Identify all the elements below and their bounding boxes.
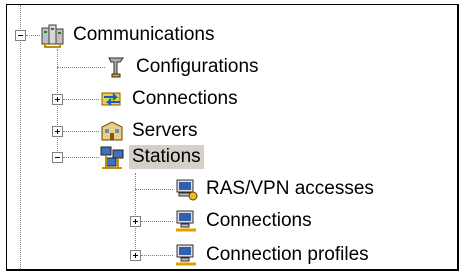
network-servers-icon <box>40 22 66 48</box>
tree-node-connection-profiles[interactable]: Connection profiles <box>173 242 372 268</box>
configuration-tool-icon <box>103 54 129 80</box>
tree-connector <box>141 221 173 222</box>
tree-node-label: Configurations <box>136 56 259 77</box>
expand-toggle-servers[interactable] <box>52 126 63 137</box>
connection-profiles-icon <box>173 242 199 268</box>
tree-node-stations[interactable]: Stations <box>99 144 204 170</box>
tree-node-connections[interactable]: Connections <box>99 86 241 112</box>
expand-toggle-station-connections[interactable] <box>130 216 141 227</box>
tree-connector <box>63 99 99 100</box>
tree-node-label: Connections <box>132 88 238 109</box>
tree-node-label: RAS/VPN accesses <box>206 178 374 199</box>
tree-connector <box>57 67 105 68</box>
stations-network-icon <box>99 144 125 170</box>
tree-connector <box>63 157 99 158</box>
tree-node-label: Communications <box>73 24 215 45</box>
tree-node-label: Servers <box>132 120 198 141</box>
tree-node-ras-vpn-accesses[interactable]: RAS/VPN accesses <box>173 176 377 202</box>
tree-view-panel[interactable]: Communications Configurations Connection… <box>6 4 459 271</box>
tree-node-servers[interactable]: Servers <box>99 118 200 144</box>
collapse-toggle-stations[interactable] <box>52 152 63 163</box>
tree-connector <box>141 255 173 256</box>
tree-connector <box>135 189 173 190</box>
collapse-toggle-communications[interactable] <box>15 30 26 41</box>
tree-node-label-selected: Stations <box>129 145 204 169</box>
tree-node-communications[interactable]: Communications <box>40 22 218 48</box>
ras-vpn-icon <box>173 176 199 202</box>
tree-node-label: Connections <box>206 210 312 231</box>
tree-node-label: Connection profiles <box>206 244 369 265</box>
tree-node-station-connections[interactable]: Connections <box>173 208 315 234</box>
tree-node-configurations[interactable]: Configurations <box>103 54 262 80</box>
connections-arrows-icon <box>99 86 125 112</box>
tree-connector <box>26 35 40 36</box>
expand-toggle-connection-profiles[interactable] <box>130 250 141 261</box>
expand-toggle-connections[interactable] <box>52 94 63 105</box>
tree-guide-line <box>20 5 21 269</box>
server-building-icon <box>99 118 125 144</box>
station-connections-icon <box>173 208 199 234</box>
tree-connector <box>63 131 99 132</box>
